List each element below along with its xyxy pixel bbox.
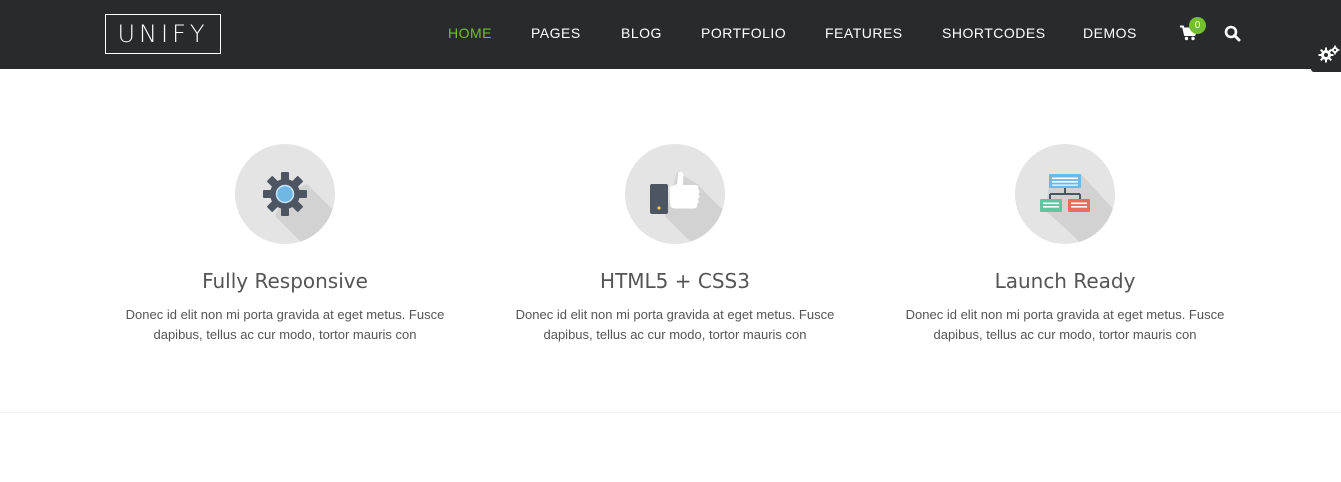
feature-icon-circle	[625, 144, 725, 244]
feature-description: Donec id elit non mi porta gravida at eg…	[905, 307, 1225, 342]
feature-icon-circle	[235, 144, 335, 244]
gears-icon	[1318, 45, 1340, 63]
main-nav: HOME PAGES BLOG PORTFOLIO FEATURES SHORT…	[0, 0, 1341, 69]
nav-item-portfolio[interactable]: PORTFOLIO	[701, 25, 786, 41]
top-navbar: UNIFY HOME PAGES BLOG PORTFOLIO FEATURES…	[0, 0, 1341, 69]
feature-block-launch: Launch Ready Donec id elit non mi porta …	[875, 144, 1255, 345]
gear-icon	[263, 172, 335, 244]
feature-icon-circle	[1015, 144, 1115, 244]
nav-item-shortcodes[interactable]: SHORTCODES	[942, 25, 1046, 41]
nav-item-features[interactable]: FEATURES	[825, 25, 903, 41]
feature-description: Donec id elit non mi porta gravida at eg…	[515, 307, 835, 342]
section-divider	[0, 412, 1341, 413]
feature-title: Launch Ready	[994, 269, 1136, 293]
sitemap-icon	[1040, 174, 1115, 244]
style-switcher-toggle[interactable]	[1311, 36, 1341, 72]
thumbs-up-icon	[650, 171, 725, 244]
feature-title: HTML5 + CSS3	[600, 269, 750, 293]
feature-title: Fully Responsive	[202, 269, 368, 293]
nav-item-home[interactable]: HOME	[448, 25, 492, 41]
feature-block-responsive: Fully Responsive Donec id elit non mi po…	[95, 144, 475, 345]
cart-count-badge: 0	[1189, 17, 1206, 34]
nav-item-blog[interactable]: BLOG	[621, 25, 662, 41]
feature-description: Donec id elit non mi porta gravida at eg…	[125, 307, 445, 342]
nav-item-demos[interactable]: DEMOS	[1083, 25, 1137, 41]
search-icon[interactable]	[1224, 25, 1241, 42]
feature-block-html5: HTML5 + CSS3 Donec id elit non mi porta …	[485, 144, 865, 345]
nav-item-pages[interactable]: PAGES	[531, 25, 581, 41]
